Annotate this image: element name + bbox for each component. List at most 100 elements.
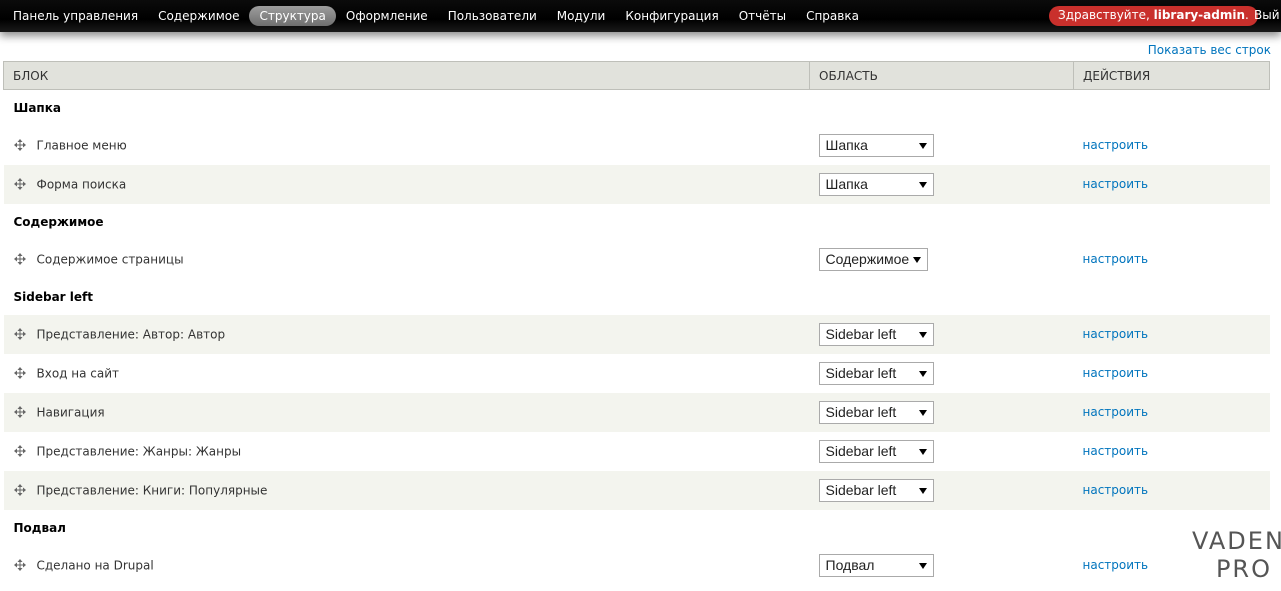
- region-select[interactable]: Шапка: [818, 133, 934, 157]
- table-row: Вход на сайт Sidebar left настроить: [3, 353, 1270, 393]
- region-title: Sidebar left: [13, 289, 93, 304]
- region-select-value: Подвал: [825, 556, 875, 573]
- block-name-cell: Представление: Автор: Автор: [3, 314, 810, 354]
- block-name: Главное меню: [36, 138, 127, 153]
- table-row: Представление: Жанры: Жанры Sidebar left н…: [3, 431, 1270, 471]
- table-row: Сделано на Drupal Подвал настроить: [3, 545, 1270, 585]
- region-select-cell: Sidebar left: [809, 314, 1074, 354]
- table-row: Форма поиска Шапка настроить: [3, 164, 1270, 204]
- block-name: Представление: Жанры: Жанры: [36, 444, 242, 459]
- table-row: Содержимое страницы Содержимое настроить: [3, 239, 1270, 279]
- toolbar-item-help[interactable]: Справка: [796, 6, 869, 26]
- region-select-value: Sidebar left: [825, 442, 897, 459]
- toolbar-item-reports[interactable]: Отчёты: [729, 6, 796, 26]
- region-title-row: Sidebar left: [4, 279, 1270, 315]
- region-select-cell: Шапка: [809, 164, 1074, 204]
- chevron-down-icon: [918, 562, 927, 569]
- toolbar-item-modules[interactable]: Модули: [547, 6, 616, 26]
- table-row: Главное меню Шапка настроить: [3, 125, 1270, 165]
- region-select-cell: Шапка: [809, 125, 1074, 165]
- region-select-cell: Подвал: [809, 545, 1074, 585]
- region-select[interactable]: Подвал: [818, 553, 934, 577]
- operations-cell: настроить: [1073, 392, 1270, 432]
- operations-cell: настроить: [1073, 353, 1270, 393]
- toolbar-item-people[interactable]: Пользователи: [438, 6, 547, 26]
- toolbar-item-configuration[interactable]: Конфигурация: [615, 6, 728, 26]
- block-name-cell: Содержимое страницы: [3, 239, 810, 279]
- region-select[interactable]: Содержимое: [818, 247, 928, 271]
- block-name-cell: Навигация: [3, 392, 810, 432]
- drag-handle-icon[interactable]: [13, 445, 26, 458]
- block-name-cell: Форма поиска: [3, 164, 810, 204]
- greeting-suffix: .: [1245, 8, 1249, 22]
- chevron-down-icon: [918, 331, 927, 338]
- configure-link[interactable]: настроить: [1074, 327, 1149, 341]
- chevron-down-icon: [918, 142, 927, 149]
- operations-cell: настроить: [1073, 431, 1270, 471]
- drag-handle-icon[interactable]: [13, 367, 26, 380]
- region-title: Шапка: [13, 100, 61, 115]
- block-name: Навигация: [36, 405, 105, 420]
- configure-link[interactable]: настроить: [1074, 558, 1149, 572]
- watermark: VADEN PRO: [1192, 527, 1281, 583]
- operations-cell: настроить: [1073, 239, 1270, 279]
- logout-link[interactable]: Вый: [1254, 8, 1280, 22]
- block-name: Представление: Автор: Автор: [36, 327, 226, 342]
- configure-link[interactable]: настроить: [1074, 138, 1149, 152]
- configure-link[interactable]: настроить: [1074, 252, 1149, 266]
- block-name-cell: Представление: Жанры: Жанры: [3, 431, 810, 471]
- operations-cell: настроить: [1073, 470, 1270, 510]
- region-title-row: Подвал: [4, 510, 1270, 546]
- region-select[interactable]: Шапка: [818, 172, 934, 196]
- toolbar-item-content[interactable]: Содержимое: [148, 6, 249, 26]
- table-row: Навигация Sidebar left настроить: [3, 392, 1270, 432]
- drag-handle-icon[interactable]: [13, 139, 26, 152]
- region-select-cell: Sidebar left: [809, 470, 1074, 510]
- region-select-cell: Sidebar left: [809, 392, 1074, 432]
- watermark-line-1: VADEN: [1192, 527, 1281, 555]
- region-select-value: Sidebar left: [825, 325, 897, 342]
- toolbar-item-dashboard[interactable]: Панель управления: [3, 6, 148, 26]
- admin-toolbar: Панель управления Содержимое Структура О…: [0, 0, 1281, 32]
- greeting-prefix: Здравствуйте,: [1058, 8, 1154, 22]
- user-greeting[interactable]: Здравствуйте, library-admin.: [1049, 6, 1258, 26]
- region-select[interactable]: Sidebar left: [818, 322, 934, 346]
- toolbar-item-structure[interactable]: Структура: [249, 6, 336, 26]
- block-name: Форма поиска: [36, 177, 127, 192]
- region-select[interactable]: Sidebar left: [818, 361, 934, 385]
- configure-link[interactable]: настроить: [1074, 366, 1149, 380]
- block-name-cell: Представление: Книги: Популярные: [3, 470, 810, 510]
- block-name-cell: Главное меню: [3, 125, 810, 165]
- table-header-row: Блок Область Действия: [3, 61, 1270, 90]
- configure-link[interactable]: настроить: [1074, 483, 1149, 497]
- region-select-cell: Sidebar left: [809, 431, 1074, 471]
- region-select[interactable]: Sidebar left: [818, 478, 934, 502]
- region-select[interactable]: Sidebar left: [818, 439, 934, 463]
- drag-handle-icon[interactable]: [13, 559, 26, 572]
- region-select[interactable]: Sidebar left: [818, 400, 934, 424]
- configure-link[interactable]: настроить: [1074, 177, 1149, 191]
- configure-link[interactable]: настроить: [1074, 444, 1149, 458]
- table-body: Шапка Главное меню Шапка настроить Форма пои…: [3, 90, 1270, 585]
- column-header-block: Блок: [3, 61, 810, 90]
- operations-cell: настроить: [1073, 314, 1270, 354]
- block-name: Вход на сайт: [36, 366, 120, 381]
- toolbar-item-appearance[interactable]: Оформление: [336, 6, 438, 26]
- operations-cell: настроить: [1073, 164, 1270, 204]
- configure-link[interactable]: настроить: [1074, 405, 1149, 419]
- drag-handle-icon[interactable]: [13, 328, 26, 341]
- drag-handle-icon[interactable]: [13, 253, 26, 266]
- drag-handle-icon[interactable]: [13, 178, 26, 191]
- chevron-down-icon: [912, 256, 921, 263]
- block-name-cell: Вход на сайт: [3, 353, 810, 393]
- blocks-table: Блок Область Действия Шапка Главное меню Ш…: [3, 61, 1270, 585]
- watermark-line-2: PRO: [1215, 555, 1272, 583]
- operations-cell: настроить: [1073, 125, 1270, 165]
- show-row-weights-link[interactable]: Показать вес строк: [1148, 43, 1271, 57]
- drag-handle-icon[interactable]: [13, 484, 26, 497]
- region-select-value: Содержимое: [825, 250, 910, 267]
- chevron-down-icon: [918, 370, 927, 377]
- drag-handle-icon[interactable]: [13, 406, 26, 419]
- region-select-value: Шапка: [825, 136, 868, 153]
- region-title: Содержимое: [13, 214, 104, 229]
